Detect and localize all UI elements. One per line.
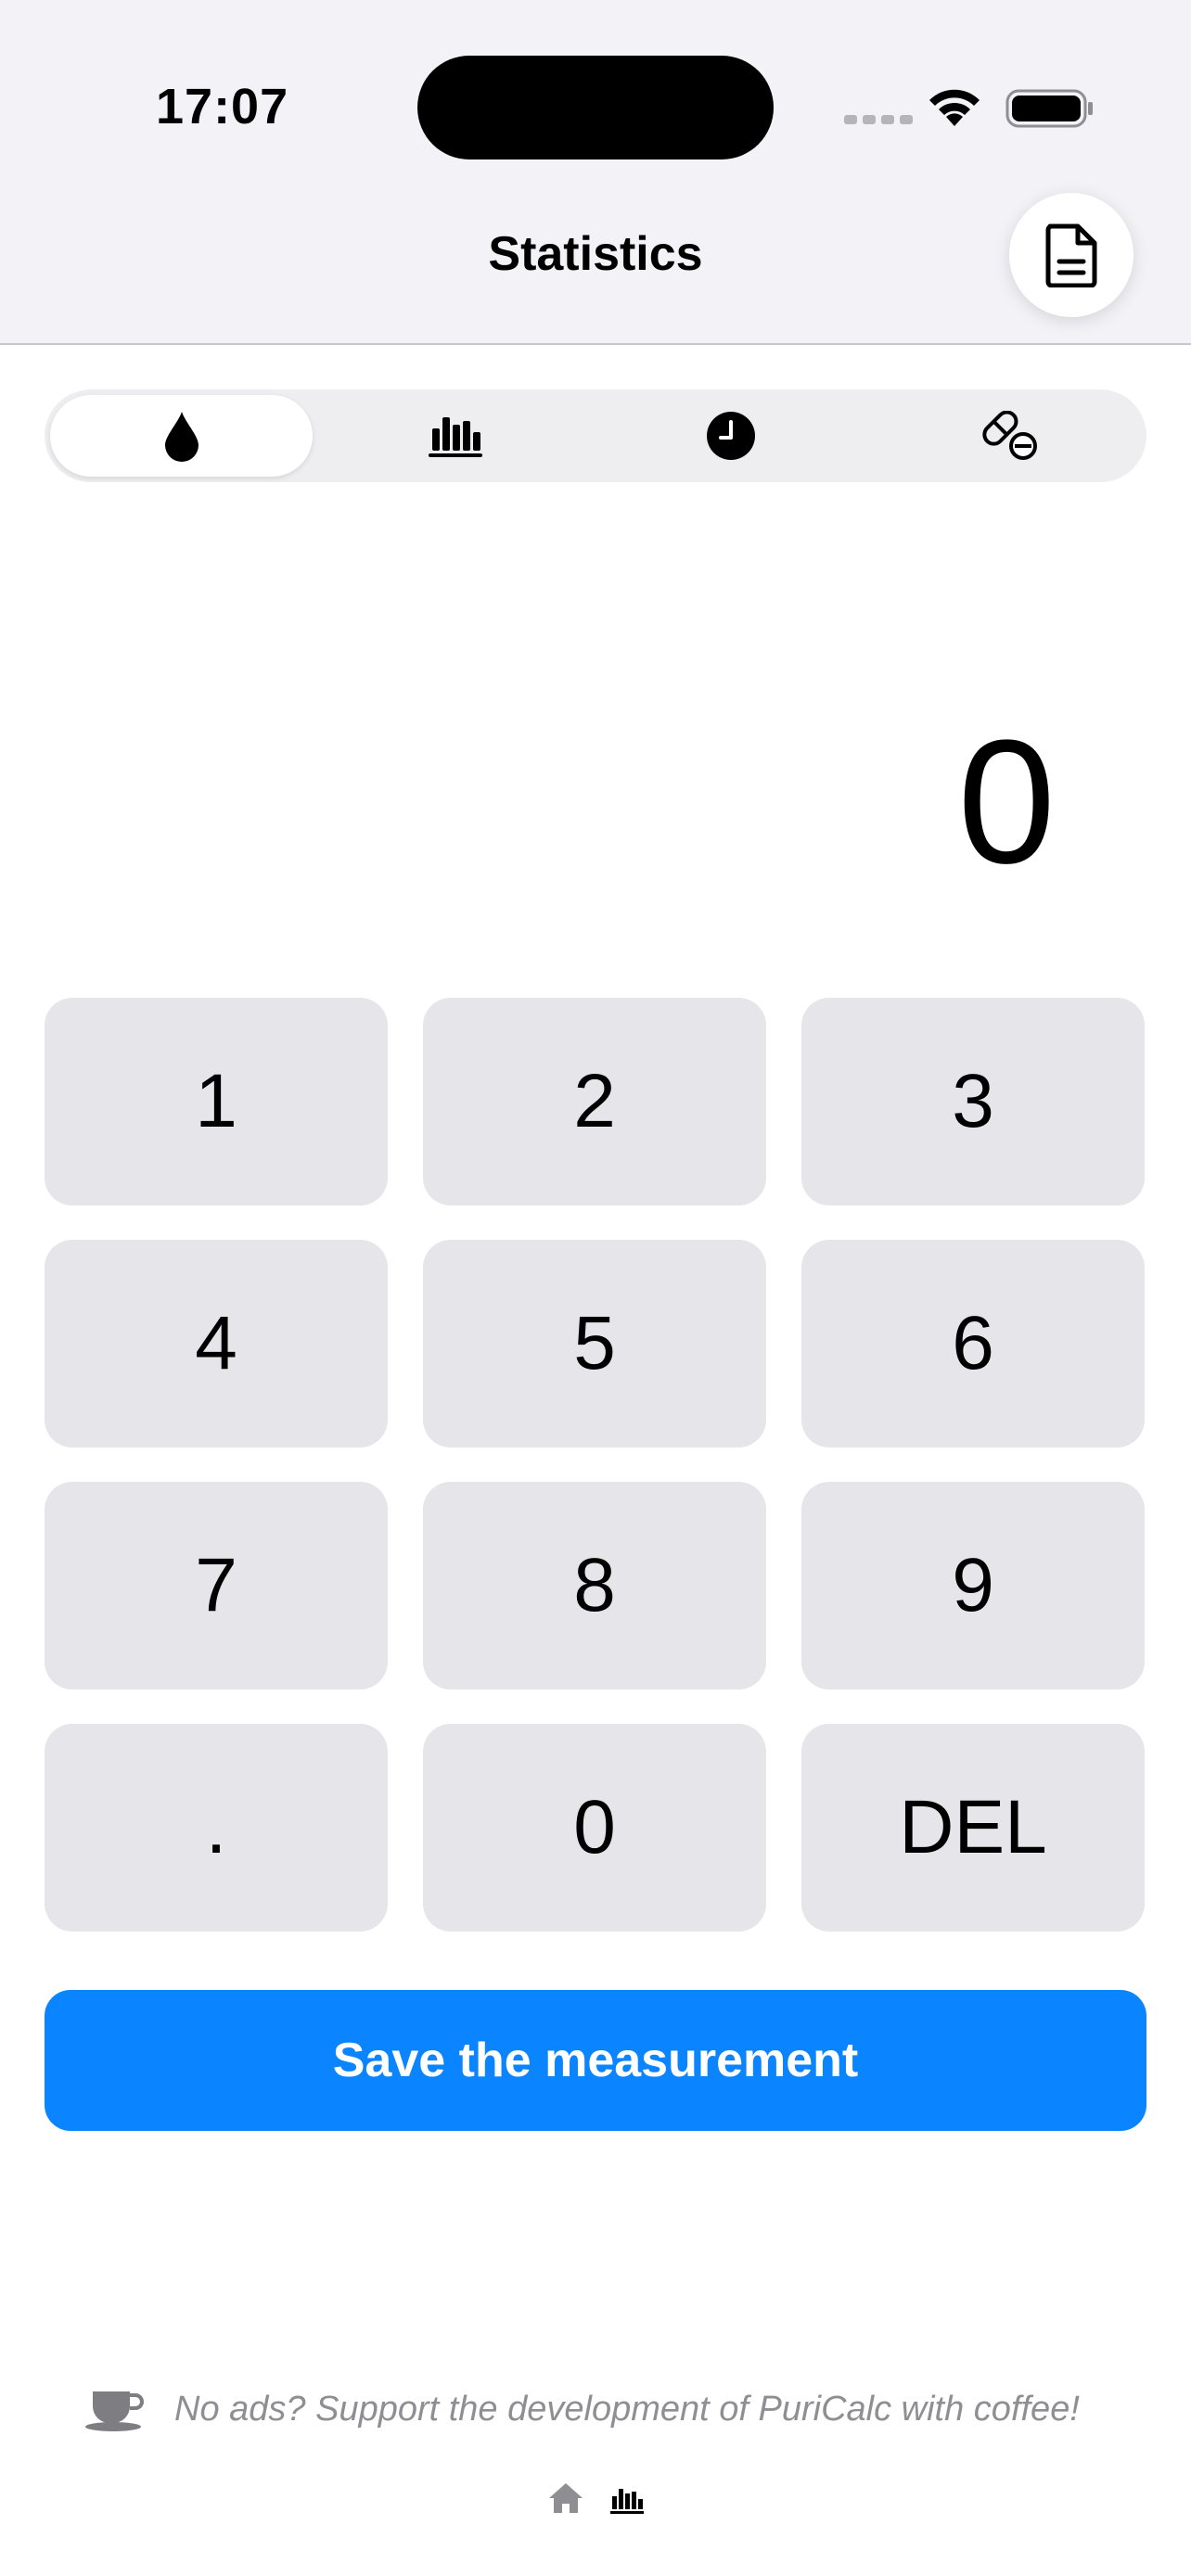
support-text: No ads? Support the development of PuriC… <box>174 2389 1080 2429</box>
bar-chart-icon[interactable] <box>610 2487 644 2515</box>
key-9[interactable]: 9 <box>801 1482 1145 1690</box>
key-delete[interactable]: DEL <box>801 1724 1145 1932</box>
status-time: 17:07 <box>156 79 289 134</box>
dynamic-island <box>417 56 774 159</box>
key-6[interactable]: 6 <box>801 1240 1145 1447</box>
pill-icon <box>981 411 1037 460</box>
home-icon[interactable] <box>547 2481 584 2515</box>
cellular-signal-icon <box>844 115 913 124</box>
key-0[interactable]: 0 <box>423 1724 766 1932</box>
document-icon <box>1045 223 1097 287</box>
segment-statistics[interactable] <box>324 395 586 477</box>
measurement-display: 0 <box>957 704 1056 900</box>
key-1[interactable]: 1 <box>45 998 388 1205</box>
segment-history[interactable] <box>599 395 862 477</box>
bottom-shortcuts <box>547 2481 644 2515</box>
battery-icon <box>1005 89 1093 128</box>
key-decimal[interactable]: . <box>45 1724 388 1932</box>
key-2[interactable]: 2 <box>423 998 766 1205</box>
key-5[interactable]: 5 <box>423 1240 766 1447</box>
mode-segmented-control <box>45 389 1146 482</box>
navigation-header: 17:07 Statistics <box>0 0 1191 345</box>
bar-chart-icon <box>428 417 482 457</box>
key-8[interactable]: 8 <box>423 1482 766 1690</box>
app-screen: 17:07 Statistics 0 1 2 3 4 5 6 7 8 9 . 0… <box>0 0 1191 2576</box>
key-7[interactable]: 7 <box>45 1482 388 1690</box>
key-3[interactable]: 3 <box>801 998 1145 1205</box>
coffee-cup-icon <box>85 2391 144 2431</box>
key-4[interactable]: 4 <box>45 1240 388 1447</box>
export-document-button[interactable] <box>1009 193 1133 317</box>
support-coffee-link[interactable]: No ads? Support the development of PuriC… <box>85 2381 1124 2437</box>
save-measurement-button[interactable]: Save the measurement <box>45 1990 1146 2131</box>
drop-icon <box>164 412 198 462</box>
segment-medication[interactable] <box>878 395 1141 477</box>
clock-icon <box>706 412 755 460</box>
segment-measurement[interactable] <box>50 395 313 477</box>
wifi-icon <box>929 89 980 126</box>
